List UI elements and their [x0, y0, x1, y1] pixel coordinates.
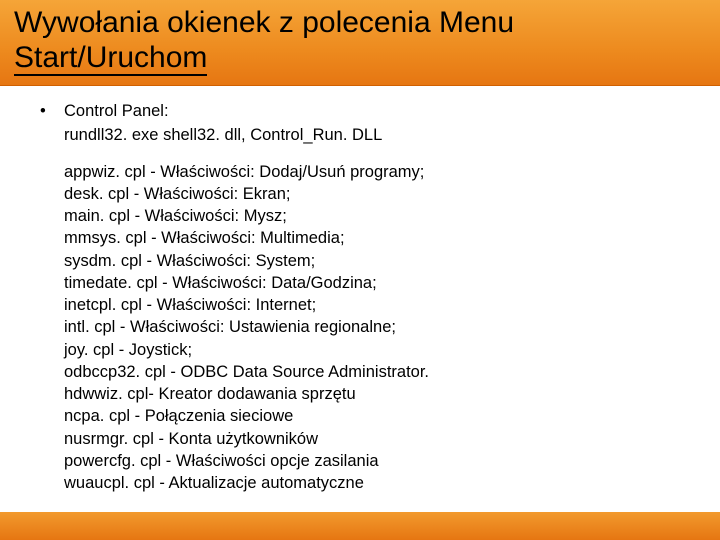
list-item: mmsys. cpl - Właściwości: Multimedia;	[64, 227, 710, 249]
title-line-1: Wywołania okienek z polecenia Menu	[14, 6, 514, 39]
list-item: wuaucpl. cpl - Aktualizacje automatyczne	[64, 472, 710, 494]
list-item: hdwwiz. cpl- Kreator dodawania sprzętu	[64, 383, 710, 405]
intro-line-2: rundll32. exe shell32. dll, Control_Run.…	[64, 124, 382, 146]
intro-line-1: Control Panel:	[64, 100, 169, 122]
list-item: powercfg. cpl - Właściwości opcje zasila…	[64, 450, 710, 472]
slide-content: • Control Panel: rundll32. exe shell32. …	[0, 86, 720, 505]
list-item: intl. cpl - Właściwości: Ustawienia regi…	[64, 316, 710, 338]
list-item: appwiz. cpl - Właściwości: Dodaj/Usuń pr…	[64, 161, 710, 183]
bullet-dot: •	[40, 100, 64, 122]
title-line-2: Start/Uruchom	[14, 41, 207, 76]
cpl-list: appwiz. cpl - Właściwości: Dodaj/Usuń pr…	[40, 161, 710, 495]
bullet-row: • Control Panel:	[40, 100, 710, 122]
slide-header: Wywołania okienek z polecenia Menu Start…	[0, 0, 720, 86]
slide-footer-bar	[0, 512, 720, 540]
list-item: desk. cpl - Właściwości: Ekran;	[64, 183, 710, 205]
intro-continuation: rundll32. exe shell32. dll, Control_Run.…	[40, 124, 710, 146]
list-item: timedate. cpl - Właściwości: Data/Godzin…	[64, 272, 710, 294]
list-item: sysdm. cpl - Właściwości: System;	[64, 250, 710, 272]
list-item: ncpa. cpl - Połączenia sieciowe	[64, 405, 710, 427]
bullet-spacer	[40, 124, 64, 146]
list-item: odbccp32. cpl - ODBC Data Source Adminis…	[64, 361, 710, 383]
intro-block: • Control Panel: rundll32. exe shell32. …	[40, 100, 710, 147]
list-item: inetcpl. cpl - Właściwości: Internet;	[64, 294, 710, 316]
list-item: nusrmgr. cpl - Konta użytkowników	[64, 428, 710, 450]
slide-title: Wywołania okienek z polecenia Menu Start…	[14, 6, 706, 75]
list-item: main. cpl - Właściwości: Mysz;	[64, 205, 710, 227]
list-item: joy. cpl - Joystick;	[64, 339, 710, 361]
